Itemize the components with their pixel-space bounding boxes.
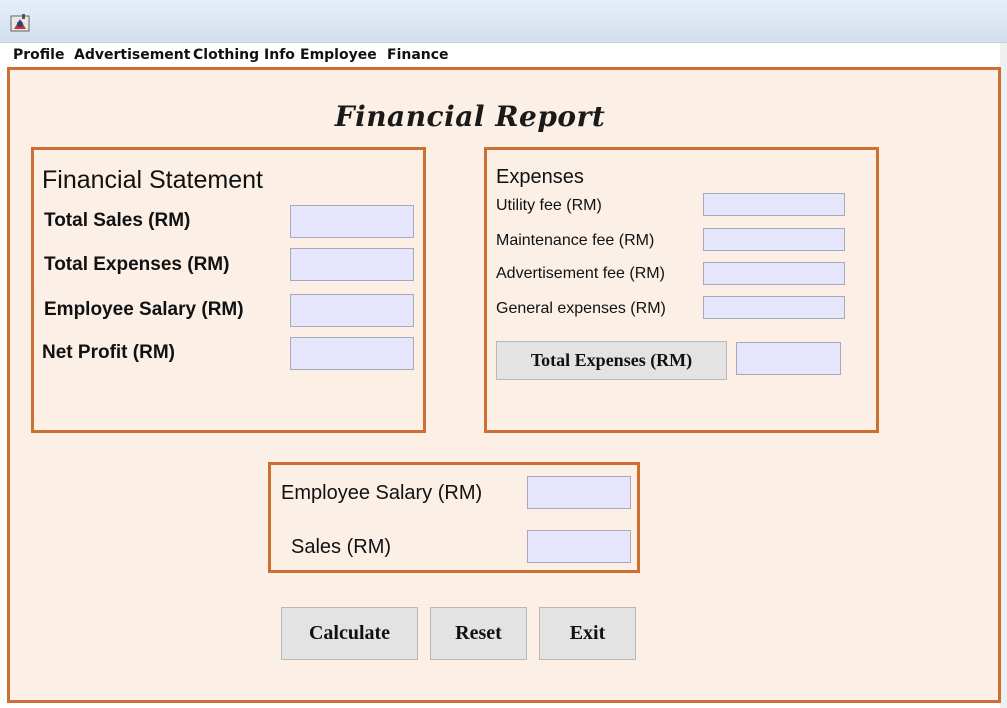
input-employee-salary-label: Employee Salary (RM) xyxy=(281,482,483,504)
utility-fee-field[interactable] xyxy=(703,193,845,216)
page-title: Financial Report xyxy=(334,100,606,133)
salary-sales-input-box: Employee Salary (RM) Sales (RM) xyxy=(268,462,640,573)
financial-statement-heading: Financial Statement xyxy=(42,166,263,194)
input-sales-field[interactable] xyxy=(527,530,631,563)
general-expenses-field[interactable] xyxy=(703,296,845,319)
total-expenses-result-field[interactable] xyxy=(736,342,841,375)
maintenance-fee-label: Maintenance fee (RM) xyxy=(496,232,655,249)
general-expenses-label: General expenses (RM) xyxy=(496,300,666,317)
total-expenses-field[interactable] xyxy=(290,248,414,281)
input-sales-label: Sales (RM) xyxy=(291,536,392,558)
menu-bar: Profile Advertisement Clothing Info Empl… xyxy=(0,43,1000,67)
advertisement-fee-label: Advertisement fee (RM) xyxy=(496,265,665,282)
employee-salary-field[interactable] xyxy=(290,294,414,327)
java-coffee-cup-icon xyxy=(10,14,30,32)
total-expenses-button[interactable]: Total Expenses (RM) xyxy=(496,341,727,380)
exit-button[interactable]: Exit xyxy=(539,607,636,660)
window-title-bar xyxy=(0,0,1007,43)
reset-button[interactable]: Reset xyxy=(430,607,527,660)
advertisement-fee-field[interactable] xyxy=(703,262,845,285)
menu-profile[interactable]: Profile xyxy=(13,47,64,63)
menu-clothing-info[interactable]: Clothing Info xyxy=(193,47,295,63)
employee-salary-label: Employee Salary (RM) xyxy=(44,299,244,320)
input-employee-salary-field[interactable] xyxy=(527,476,631,509)
financial-report-panel: Financial Report Financial Statement Tot… xyxy=(7,67,1001,703)
total-sales-label: Total Sales (RM) xyxy=(44,210,191,231)
window-right-edge xyxy=(1000,43,1007,708)
menu-advertisement[interactable]: Advertisement xyxy=(74,47,190,63)
total-expenses-label: Total Expenses (RM) xyxy=(44,254,230,275)
net-profit-label: Net Profit (RM) xyxy=(42,342,175,363)
utility-fee-label: Utility fee (RM) xyxy=(496,197,602,214)
maintenance-fee-field[interactable] xyxy=(703,228,845,251)
menu-employee[interactable]: Employee xyxy=(300,47,377,63)
net-profit-field[interactable] xyxy=(290,337,414,370)
expenses-box: Expenses Utility fee (RM) Maintenance fe… xyxy=(484,147,879,433)
financial-statement-box: Financial Statement Total Sales (RM) Tot… xyxy=(31,147,426,433)
menu-finance[interactable]: Finance xyxy=(387,47,449,63)
calculate-button[interactable]: Calculate xyxy=(281,607,418,660)
expenses-heading: Expenses xyxy=(496,166,584,188)
total-sales-field[interactable] xyxy=(290,205,414,238)
